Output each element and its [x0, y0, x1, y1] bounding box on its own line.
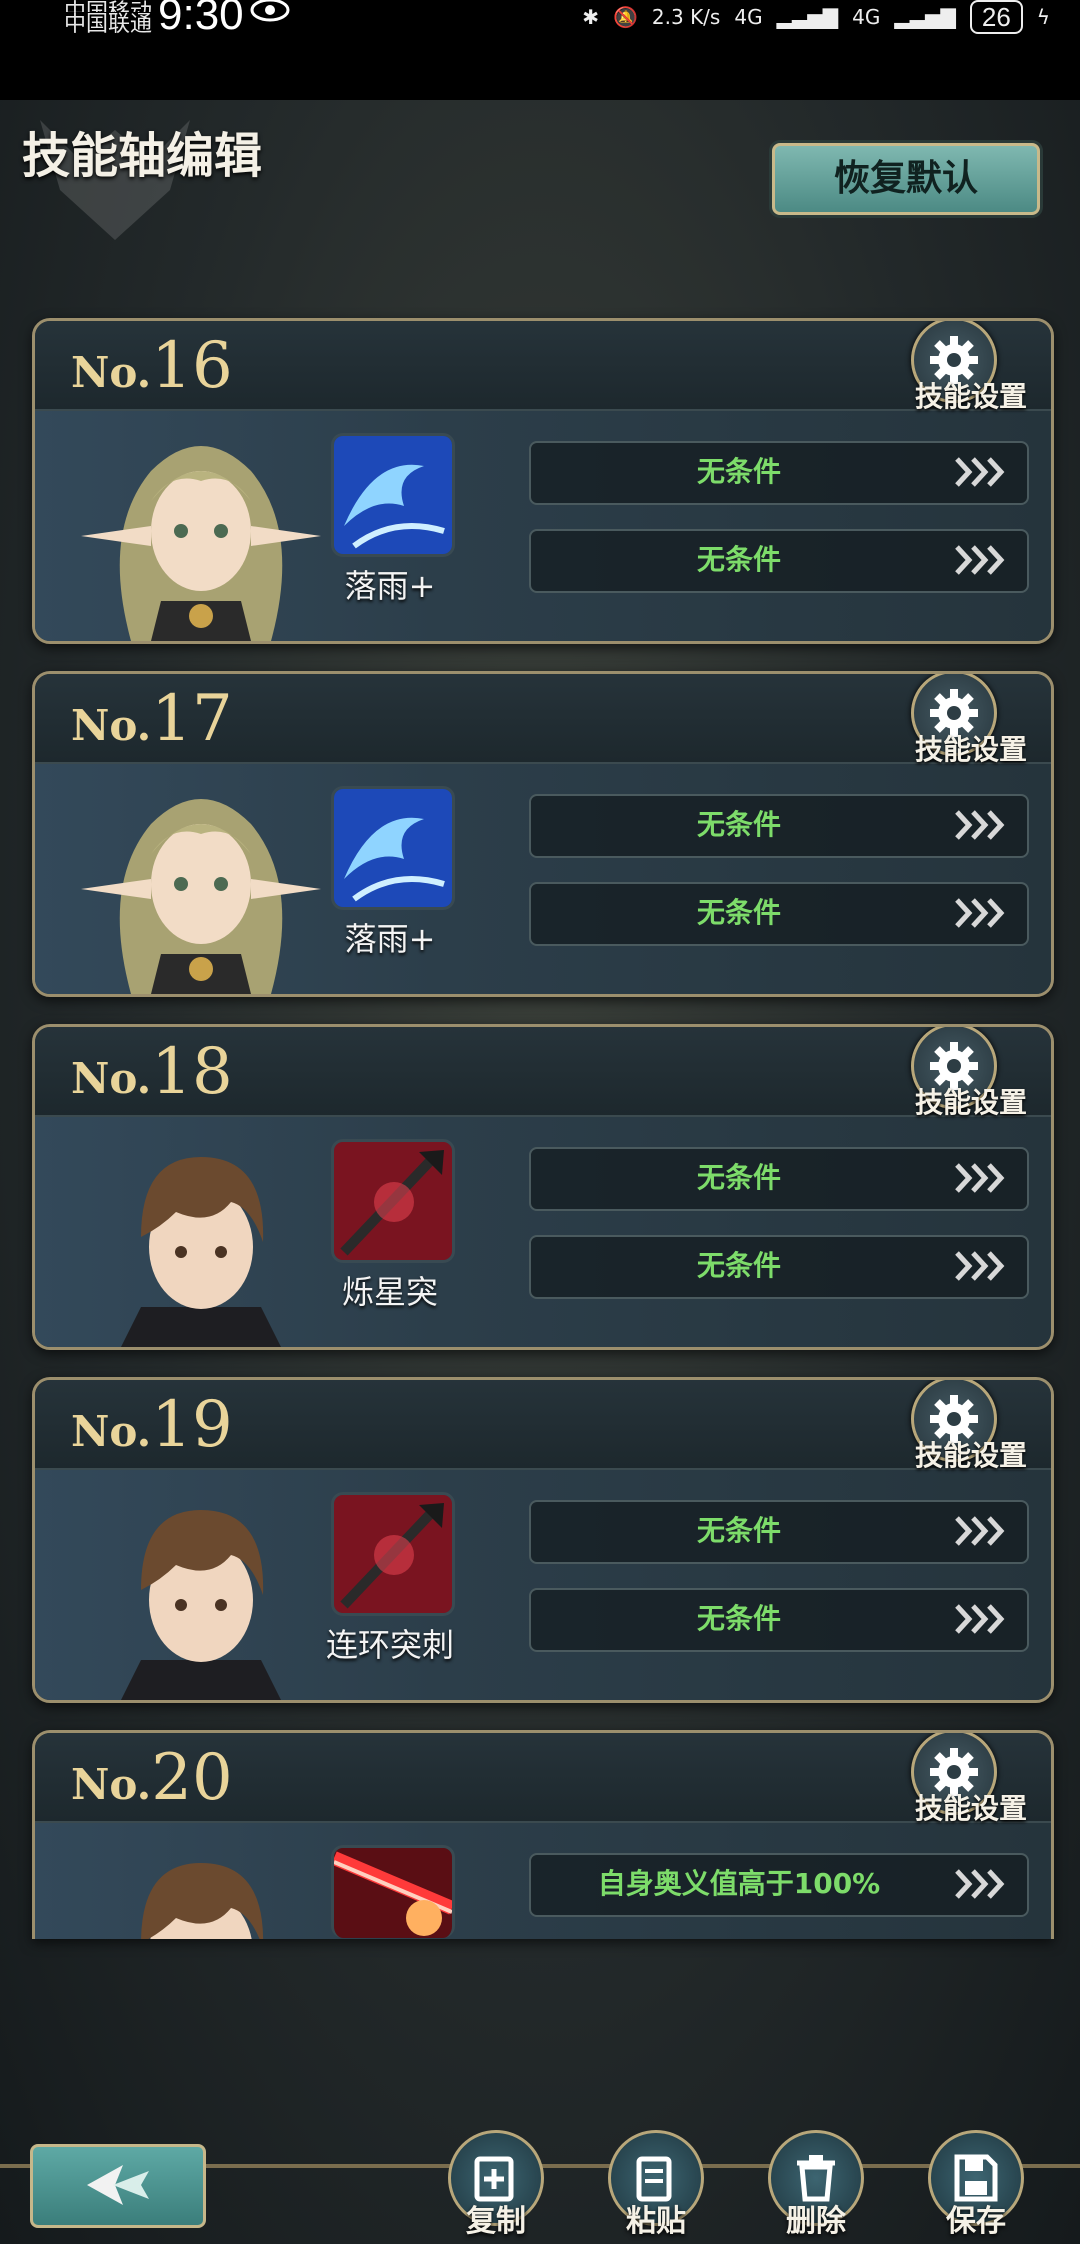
- eye-icon: [250, 0, 290, 22]
- triple-chevron-right-icon: [955, 1163, 1005, 1193]
- condition-text: 自身奥义值高于100%: [597, 1867, 881, 1900]
- character-portrait-elf: [81, 799, 321, 994]
- skill-card-17: No.17 技能设置 落雨+ 无条件 无条件: [32, 671, 1054, 997]
- skill-card-16: No.16 技能设置 落雨+ 无条件 无条件: [32, 318, 1054, 644]
- skill-settings-label[interactable]: 技能设置: [915, 375, 1027, 415]
- charging-icon: ϟ: [1036, 5, 1050, 29]
- restore-default-button[interactable]: 恢复默认: [772, 143, 1040, 215]
- skill-settings-label[interactable]: 技能设置: [915, 1787, 1027, 1827]
- triple-chevron-right-icon: [955, 1251, 1005, 1281]
- copy-button[interactable]: 复制: [446, 2130, 546, 2240]
- character-portrait-elf: [81, 446, 321, 641]
- condition-slot-2[interactable]: 无条件: [529, 882, 1029, 946]
- condition-text: 无条件: [696, 1161, 781, 1194]
- condition-slot-1[interactable]: 自身奥义值高于100%: [529, 1853, 1029, 1917]
- copy-label: 复制: [466, 2204, 526, 2239]
- triple-chevron-right-icon: [955, 457, 1005, 487]
- paste-label: 粘贴: [626, 2204, 686, 2239]
- skill-card-20: No.20 技能设置 自身奥义值高于100%: [32, 1730, 1054, 1939]
- skill-settings-label[interactable]: 技能设置: [915, 1434, 1027, 1474]
- carrier-1: 中国移动: [64, 0, 152, 12]
- condition-slot-1[interactable]: 无条件: [529, 1500, 1029, 1564]
- condition-slot-1[interactable]: 无条件: [529, 441, 1029, 505]
- skill-card-19: No.19 技能设置 连环突刺 无条件 无条件: [32, 1377, 1054, 1703]
- page-title: 技能轴编辑: [22, 128, 263, 184]
- carrier-2: 中国联通: [64, 12, 153, 37]
- signal-2: 4G: [852, 5, 881, 29]
- skill-name: 烁星突: [341, 1273, 438, 1311]
- skill-name: 落雨+: [344, 920, 436, 958]
- skill-icon-burst: [331, 1845, 455, 1938]
- status-icons: ✱ 🔕 2.3 K/s 4G ▂▃▅▇ 4G ▂▃▅▇ 26 ϟ: [582, 0, 1050, 34]
- bluetooth-icon: ✱: [582, 5, 599, 29]
- save-button[interactable]: 保存: [926, 2130, 1026, 2240]
- delete-label: 删除: [786, 2204, 846, 2239]
- condition-text: 无条件: [696, 1249, 781, 1282]
- condition-slot-2[interactable]: 无条件: [529, 529, 1029, 593]
- card-number: No.17: [71, 682, 233, 756]
- card-number: No.18: [71, 1035, 233, 1109]
- condition-text: 无条件: [696, 1514, 781, 1547]
- signal-bars-1-icon: ▂▃▅▇: [776, 5, 839, 29]
- skill-icon-spear: [331, 1492, 455, 1616]
- character-portrait-swordsman: [141, 1863, 264, 1939]
- signal-1: 4G: [734, 5, 763, 29]
- condition-slot-1[interactable]: 无条件: [529, 1147, 1029, 1211]
- signal-bars-2-icon: ▂▃▅▇: [894, 5, 956, 29]
- skill-name: 连环突刺: [325, 1626, 454, 1664]
- condition-text: 无条件: [696, 896, 781, 929]
- condition-text: 无条件: [696, 543, 781, 576]
- character-portrait-swordsman: [121, 1510, 281, 1700]
- carrier-info: 中国移动 中国联通: [64, 0, 152, 38]
- triple-chevron-right-icon: [955, 898, 1005, 928]
- save-label: 保存: [946, 2204, 1006, 2239]
- triple-chevron-right-icon: [955, 810, 1005, 840]
- card-number: No.20: [71, 1741, 233, 1815]
- condition-slot-1[interactable]: 无条件: [529, 794, 1029, 858]
- bottom-action-bar: 复制 粘贴 删除 保存: [0, 2120, 1080, 2244]
- status-bar: 中国移动 中国联通 9:30 ✱ 🔕 2.3 K/s 4G ▂▃▅▇ 4G ▂▃…: [0, 0, 1080, 100]
- skill-icon-water: [331, 433, 455, 557]
- condition-slot-2[interactable]: 无条件: [529, 1588, 1029, 1652]
- condition-text: 无条件: [696, 1602, 781, 1635]
- card-number: No.19: [71, 1388, 233, 1462]
- triple-chevron-right-icon: [955, 1516, 1005, 1546]
- skill-name: 落雨+: [344, 567, 436, 605]
- skill-settings-label[interactable]: 技能设置: [915, 1081, 1027, 1121]
- skill-settings-label[interactable]: 技能设置: [915, 728, 1027, 768]
- delete-button[interactable]: 删除: [766, 2130, 866, 2240]
- back-button[interactable]: [30, 2144, 206, 2228]
- triple-chevron-right-icon: [955, 545, 1005, 575]
- mute-icon: 🔕: [613, 5, 638, 29]
- back-arrow-icon: [87, 2165, 149, 2205]
- condition-text: 无条件: [696, 808, 781, 841]
- net-speed: 2.3 K/s: [651, 5, 721, 29]
- card-number: No.16: [71, 329, 233, 403]
- paste-button[interactable]: 粘贴: [606, 2130, 706, 2240]
- triple-chevron-right-icon: [955, 1869, 1005, 1899]
- condition-text: 无条件: [696, 455, 781, 488]
- clock: 9:30: [158, 0, 244, 39]
- battery-level: 26: [969, 0, 1023, 34]
- skill-icon-spear: [331, 1139, 455, 1263]
- character-portrait-swordsman: [121, 1157, 281, 1347]
- skill-icon-water: [331, 786, 455, 910]
- triple-chevron-right-icon: [955, 1604, 1005, 1634]
- condition-slot-2[interactable]: 无条件: [529, 1235, 1029, 1299]
- skill-card-18: No.18 技能设置 烁星突 无条件 无条件: [32, 1024, 1054, 1350]
